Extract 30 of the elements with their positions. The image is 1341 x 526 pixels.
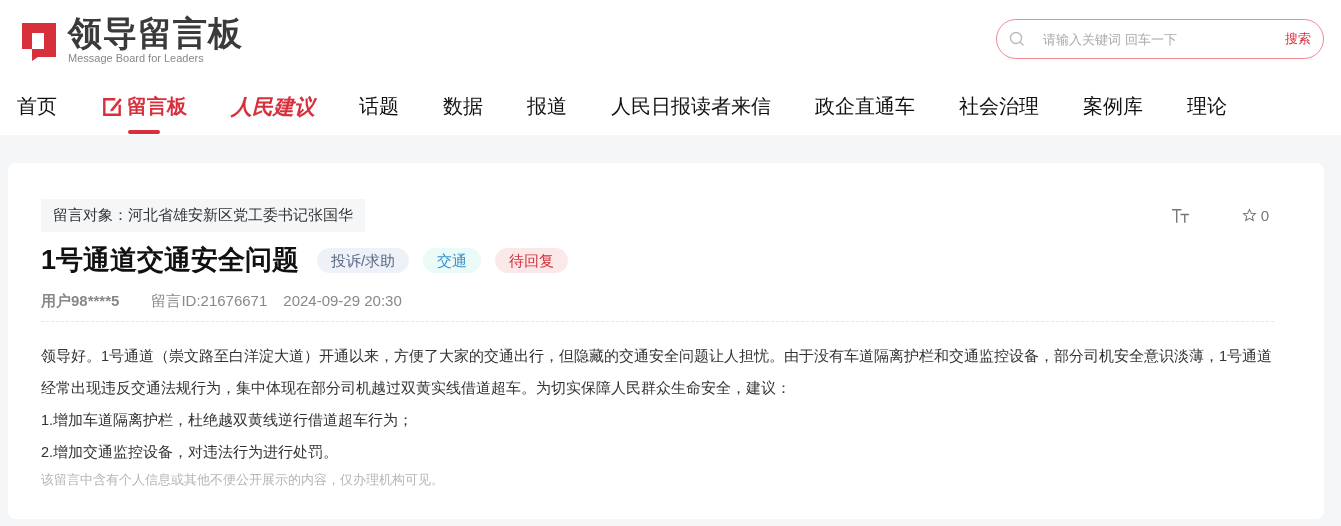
search-button[interactable]: 搜索 <box>1285 30 1311 48</box>
favorite-button[interactable]: 0 <box>1241 207 1269 224</box>
nav-tab[interactable]: 社会治理 <box>959 78 1039 135</box>
user-name: 用户98****5 <box>41 292 120 311</box>
message-title: 1号通道交通安全问题 <box>41 244 300 277</box>
logo-title: 领导留言板 <box>68 14 243 52</box>
message-paragraph: 领导好。1号通道（崇文路至白洋淀大道）开通以来，方便了大家的交通出行，但隐藏的交通安全问题让人担忧。由于没有车道隔离护栏和交通监控设备，部分司机安全意识淡薄，1号通道经常出现违反交通法规行为，集中体现在部分司机越过双黄实线借道超车。为切实保障人民群众生命安全，建议： <box>41 347 1274 398</box>
nav-tab[interactable]: 案例库 <box>1083 78 1143 135</box>
nav-tab[interactable]: 数据 <box>443 78 483 135</box>
nav-tab[interactable]: 报道 <box>527 78 567 135</box>
pencil-note-icon <box>101 95 123 118</box>
message-paragraph: 2.增加交通监控设备，对违法行为进行处罚。 <box>41 443 340 462</box>
nav-tab[interactable]: 人民建议 <box>231 78 315 135</box>
tag: 待回复 <box>495 247 569 273</box>
nav-tab[interactable]: 政企直通车 <box>815 78 915 135</box>
tag: 交通 <box>423 247 482 273</box>
message-time: 2024-09-29 20:30 <box>283 292 402 311</box>
message-target: 留言对象：河北省雄安新区党工委书记张国华 <box>41 199 365 232</box>
search-icon <box>1009 31 1025 47</box>
logo-subtitle: Message Board for Leaders <box>68 52 205 64</box>
nav-tab[interactable]: 话题 <box>359 78 399 135</box>
tag: 投诉/求助 <box>317 247 410 273</box>
nav-tab[interactable]: 理论 <box>1187 78 1227 135</box>
nav-tab[interactable]: 首页 <box>17 78 57 135</box>
privacy-notice: 该留言中含有个人信息或其他不便公开展示的内容，仅办理机构可见。 <box>41 472 445 489</box>
message-paragraph: 1.增加车道隔离护栏，杜绝越双黄线逆行借道超车行为； <box>41 411 415 430</box>
nav-tab[interactable]: 人民日报读者来信 <box>611 78 771 135</box>
nav-tab[interactable]: 留言板 <box>101 78 187 135</box>
font-size-icon[interactable] <box>1170 207 1190 224</box>
message-id: 留言ID:21676671 <box>151 292 268 311</box>
